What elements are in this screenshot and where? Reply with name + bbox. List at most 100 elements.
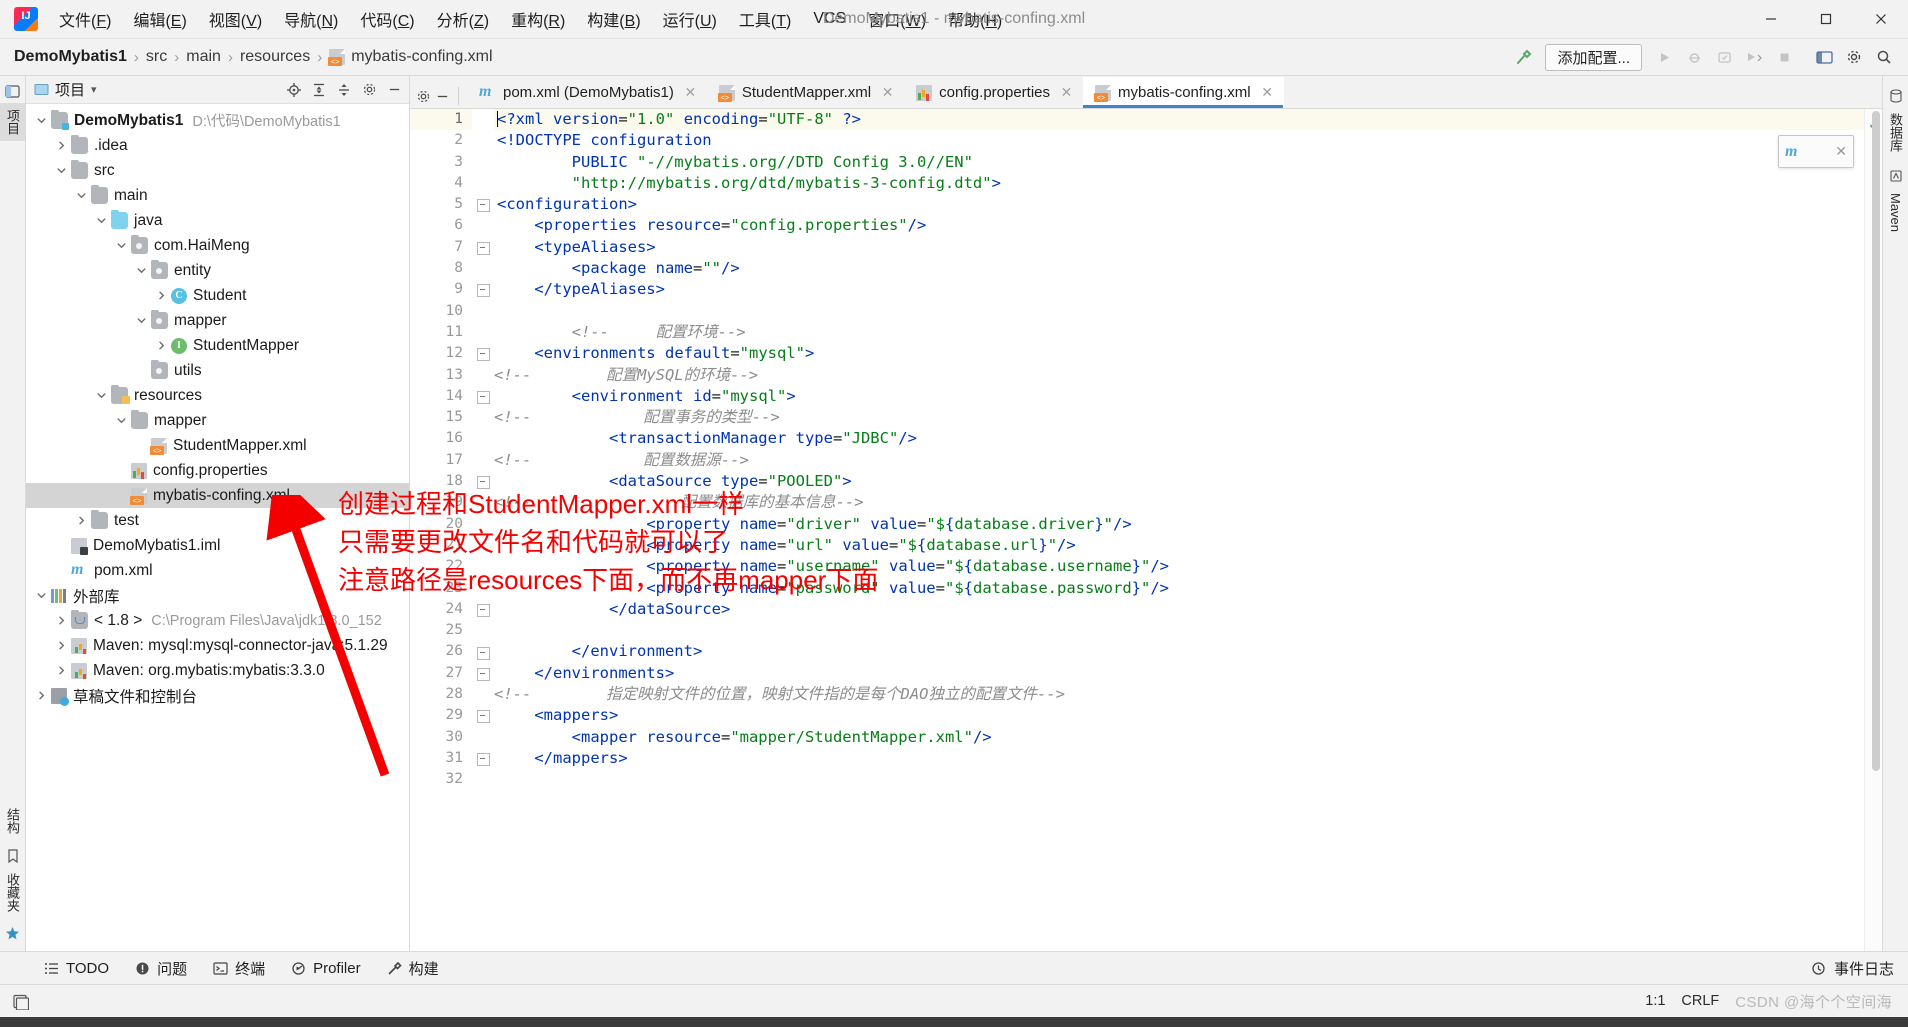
chevron-down-icon[interactable] — [35, 114, 48, 127]
project-panel-title-group[interactable]: 项目 ▾ — [34, 79, 97, 100]
menu-item-11[interactable]: 窗口(W) — [857, 3, 937, 35]
close-icon[interactable]: ✕ — [1835, 143, 1847, 160]
project-tool-icon[interactable] — [3, 82, 22, 101]
database-icon[interactable] — [1886, 86, 1905, 105]
collapse-all-icon[interactable] — [333, 79, 355, 100]
chevron-right-icon[interactable] — [55, 664, 68, 677]
coverage-icon[interactable] — [1710, 44, 1738, 70]
close-icon[interactable]: ✕ — [881, 84, 894, 101]
project-settings-icon[interactable] — [358, 79, 380, 100]
fold-toggle[interactable] — [477, 476, 490, 490]
menu-item-9[interactable]: 工具(T) — [728, 3, 802, 35]
menu-item-5[interactable]: 分析(Z) — [426, 3, 500, 35]
fold-toggle[interactable] — [477, 348, 490, 362]
build-hammer-icon[interactable] — [1509, 44, 1537, 70]
chevron-right-icon[interactable] — [155, 289, 168, 302]
settings-gear-icon[interactable] — [416, 89, 431, 104]
bottom-tab-todo[interactable]: TODO — [44, 960, 109, 977]
tree-node-src[interactable]: src — [26, 158, 409, 183]
sidebar-item-database[interactable]: 数据库 — [1883, 107, 1908, 158]
chevron-down-icon[interactable] — [115, 414, 128, 427]
menu-item-4[interactable]: 代码(C) — [349, 3, 425, 35]
tree-node-studentmapper[interactable]: I StudentMapper — [26, 333, 409, 358]
tree-node-test[interactable]: test — [26, 508, 409, 533]
settings-gear-icon[interactable] — [1840, 44, 1868, 70]
code-editor[interactable]: 1 2 3 4 5 6 7 8 9 10 11 12 13 14 15 16 17 18 19 20 21 22 23 24 2… — [410, 109, 1882, 951]
chevron-down-icon[interactable] — [35, 589, 48, 602]
chevron-right-icon[interactable] — [55, 639, 68, 652]
tree-node-config-properties[interactable]: config.properties — [26, 458, 409, 483]
breadcrumb-item-1[interactable]: src — [146, 48, 167, 66]
fold-toggle[interactable] — [477, 284, 490, 298]
fold-toggle[interactable] — [477, 646, 490, 660]
menu-item-0[interactable]: 文件(F) — [48, 3, 122, 35]
project-tree[interactable]: DemoMybatis1 D:\代码\DemoMybatis1 .idea src ma… — [26, 104, 409, 951]
chevron-right-icon[interactable] — [55, 614, 68, 627]
close-icon[interactable]: ✕ — [1261, 84, 1274, 101]
scrollbar-thumb[interactable] — [1872, 111, 1880, 771]
layout-icon[interactable] — [1810, 44, 1838, 70]
menu-item-3[interactable]: 导航(N) — [273, 3, 349, 35]
tree-node-main[interactable]: main — [26, 183, 409, 208]
close-icon[interactable]: ✕ — [1060, 84, 1073, 101]
menu-item-7[interactable]: 构建(B) — [576, 3, 651, 35]
tree-node-demomybatis1[interactable]: DemoMybatis1 D:\代码\DemoMybatis1 — [26, 108, 409, 133]
breadcrumb-item-3[interactable]: resources — [240, 48, 310, 66]
menu-item-8[interactable]: 运行(U) — [652, 3, 728, 35]
profile-icon[interactable] — [1740, 44, 1768, 70]
tree-node-1-8[interactable]: < 1.8 > C:\Program Files\Java\jdk1.8.0_15… — [26, 608, 409, 633]
bottom-tab-构建[interactable]: 构建 — [387, 958, 439, 979]
locate-file-icon[interactable] — [283, 79, 305, 100]
bookmarks-icon[interactable] — [3, 846, 22, 865]
bottom-tab-问题[interactable]: 问题 — [135, 958, 187, 979]
debug-icon[interactable] — [1680, 44, 1708, 70]
fold-toggle[interactable] — [477, 199, 490, 213]
event-log-button[interactable]: 事件日志 — [1811, 958, 1908, 979]
fold-toggle[interactable] — [477, 603, 490, 617]
tree-node-[interactable]: 外部库 — [26, 583, 409, 608]
tree-node-mapper[interactable]: mapper — [26, 308, 409, 333]
tree-node-mybatis-confing-xml[interactable]: mybatis-confing.xml — [26, 483, 409, 508]
fold-toggle[interactable] — [477, 710, 490, 724]
tree-node-[interactable]: 草稿文件和控制台 — [26, 683, 409, 708]
fold-toggle[interactable] — [477, 667, 490, 681]
breadcrumb-item-0[interactable]: DemoMybatis1 — [14, 48, 127, 66]
editor-scrollbar[interactable] — [1870, 109, 1882, 951]
editor-tab-studentmapper[interactable]: StudentMapper.xml ✕ — [707, 77, 904, 108]
fold-toggle[interactable] — [477, 753, 490, 766]
chevron-down-icon[interactable] — [115, 239, 128, 252]
menu-item-10[interactable]: VCS — [802, 6, 857, 32]
chevron-down-icon[interactable] — [135, 264, 148, 277]
main-menu-bar[interactable]: 文件(F) 编辑(E) 视图(V) 导航(N) 代码(C) 分析(Z) 重构(R) 构建(B)… — [48, 3, 1013, 35]
sidebar-item-maven[interactable]: Maven — [1885, 187, 1906, 238]
chevron-down-icon[interactable]: ▾ — [91, 83, 97, 96]
tree-node-java[interactable]: java — [26, 208, 409, 233]
maven-icon[interactable] — [1886, 166, 1905, 185]
close-button[interactable] — [1853, 0, 1908, 38]
chevron-right-icon[interactable] — [35, 689, 48, 702]
tree-node-maven-mysql-mysql-connector-java-5-1-29[interactable]: Maven: mysql:mysql-connector-java:5.1.29 — [26, 633, 409, 658]
chevron-down-icon[interactable] — [135, 314, 148, 327]
inspection-marker-bar[interactable]: ✓ — [1864, 109, 1882, 951]
chevron-right-icon[interactable] — [155, 339, 168, 352]
chevron-right-icon[interactable] — [55, 139, 68, 152]
tree-node-demomybatis1-iml[interactable]: DemoMybatis1.iml — [26, 533, 409, 558]
chevron-down-icon[interactable] — [75, 189, 88, 202]
expand-all-icon[interactable] — [308, 79, 330, 100]
fold-toggle[interactable] — [477, 390, 490, 404]
sidebar-item-structure[interactable]: 结构 — [0, 802, 25, 840]
editor-tabs[interactable]: mpom.xml (DemoMybatis1)✕StudentMapper.xm… — [410, 76, 1882, 109]
hide-panel-icon[interactable] — [435, 89, 450, 104]
tree-node-idea[interactable]: .idea — [26, 133, 409, 158]
stop-icon[interactable] — [1770, 44, 1798, 70]
minimize-button[interactable] — [1743, 0, 1798, 38]
fold-gutter[interactable] — [472, 109, 494, 951]
tree-node-com-haimeng[interactable]: com.HaiMeng — [26, 233, 409, 258]
editor-tab-mybatis-confing[interactable]: mybatis-confing.xml ✕ — [1083, 77, 1284, 108]
menu-item-6[interactable]: 重构(R) — [500, 3, 576, 35]
favorites-star-icon[interactable] — [3, 924, 22, 943]
tree-node-student[interactable]: C Student — [26, 283, 409, 308]
chevron-right-icon[interactable] — [75, 514, 88, 527]
code-text[interactable]: <?xml version="1.0" encoding="UTF-8" ?> <… — [494, 109, 1864, 951]
breadcrumb[interactable]: DemoMybatis1 › src › main › resources › mybatis-… — [14, 48, 493, 66]
